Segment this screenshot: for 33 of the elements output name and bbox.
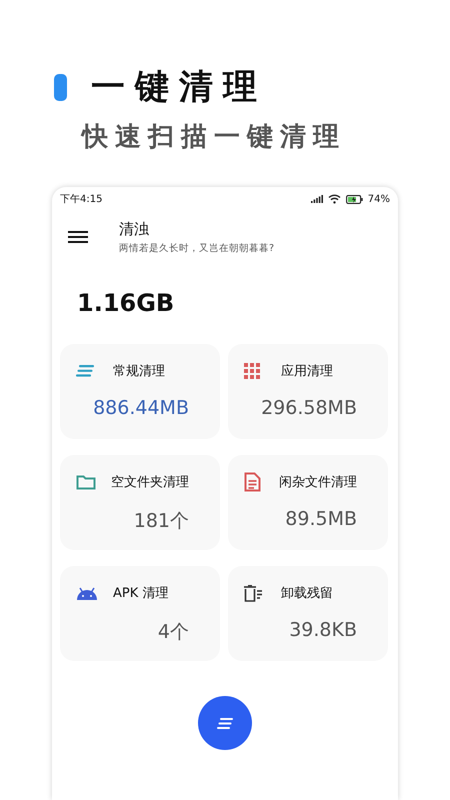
lines-icon (217, 718, 233, 728)
cleanup-card[interactable]: 常规清理 886.44MB (60, 344, 220, 439)
cleanup-card[interactable]: 应用清理 296.58MB (228, 344, 388, 439)
card-title: 闲杂文件清理 (279, 474, 357, 491)
accent-bar (54, 74, 67, 100)
card-value: 296.58MB (260, 397, 357, 419)
card-title: 常规清理 (113, 363, 165, 380)
promo-subtitle: 快速扫描一键清理 (82, 121, 347, 154)
total-size: 1.16GB (77, 289, 176, 319)
cleanup-card[interactable]: 闲杂文件清理 89.5MB (228, 455, 388, 550)
card-title: 应用清理 (281, 363, 333, 380)
card-value: 39.8KB (288, 619, 357, 641)
cleanup-card[interactable]: 空文件夹清理 181个 (60, 455, 220, 550)
wifi-icon (328, 194, 341, 204)
promo-title: 一键清理 (91, 66, 267, 109)
card-title: 空文件夹清理 (111, 474, 189, 491)
cleanup-card[interactable]: APK 清理 4个 (60, 566, 220, 661)
app-subtitle: 两情若是久长时，又岂在朝朝暮暮? (119, 242, 274, 254)
folder-icon (76, 474, 96, 490)
card-value: 886.44MB (92, 397, 189, 419)
card-title: 卸载残留 (281, 585, 333, 602)
card-title: APK 清理 (113, 585, 168, 602)
android-icon (76, 586, 98, 600)
battery-percent: 74% (368, 194, 390, 204)
cleanup-card[interactable]: 卸载残留 39.8KB (228, 566, 388, 661)
card-value: 4个 (156, 620, 189, 645)
clean-button[interactable] (198, 696, 252, 750)
app-title: 清浊 (119, 220, 150, 238)
battery-icon (346, 194, 363, 204)
signal-icon (310, 195, 323, 203)
card-value: 181个 (132, 509, 189, 534)
status-time: 下午4:15 (60, 193, 104, 206)
card-value: 89.5MB (284, 508, 357, 530)
